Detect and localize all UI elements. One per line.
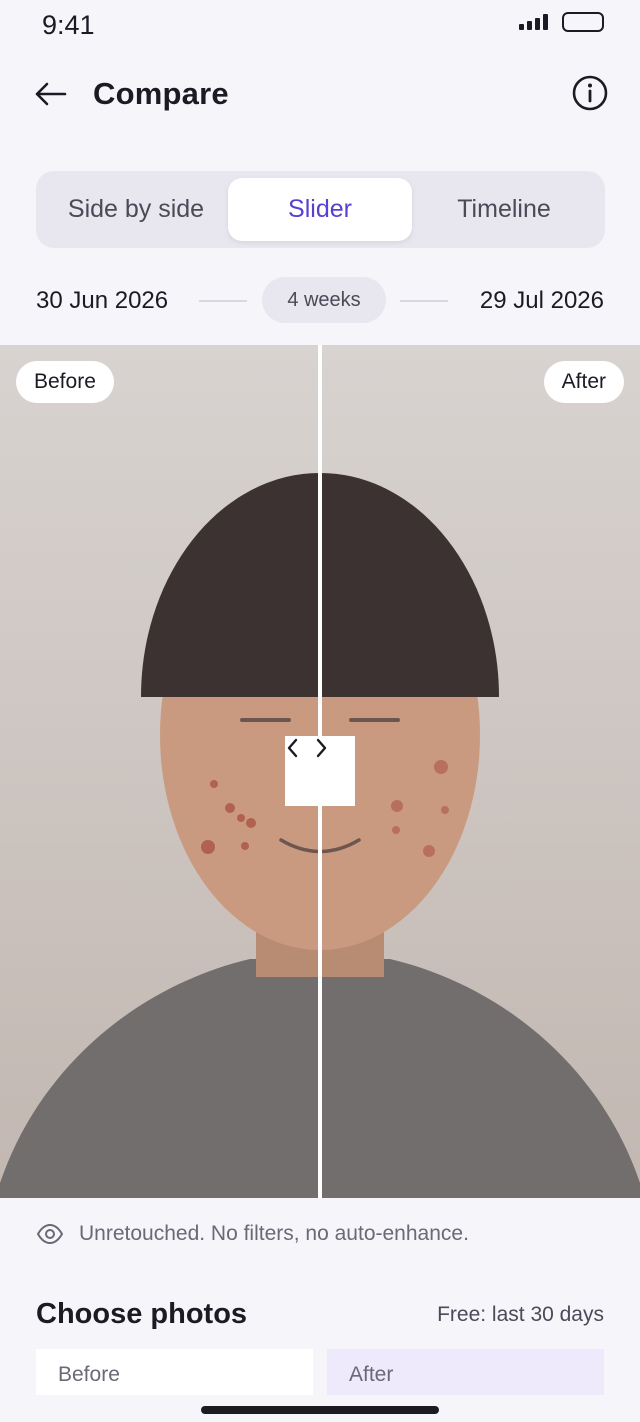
page-title: Compare [93,76,229,111]
duration-pill: 4 weeks [262,277,386,323]
info-icon [572,75,608,111]
home-indicator [201,1406,439,1414]
info-button[interactable] [570,73,610,113]
after-tag: After [543,361,624,403]
before-tag: Before [16,361,114,403]
battery-icon [562,12,604,32]
divider [199,300,247,302]
segment-slider[interactable]: Slider [228,178,412,241]
compare-slider-view[interactable]: Before After [0,345,640,1198]
after-date: 29 Jul 2026 [479,287,604,314]
status-bar: 9:41 [0,0,640,52]
unretouched-note: Unretouched. No filters, no auto-enhance… [0,1198,640,1270]
photo-card-label: After [349,1363,394,1386]
before-date: 30 Jun 2026 [36,287,169,314]
photo-card-label: Before [58,1363,120,1386]
section-title: Choose photos [36,1298,248,1330]
back-button[interactable] [28,74,72,114]
divider [400,300,448,302]
eye-icon [36,1223,64,1245]
segment-side-by-side[interactable]: Side by side [44,178,228,241]
segment-timeline[interactable]: Timeline [412,178,596,241]
note-text: Unretouched. No filters, no auto-enhance… [79,1222,469,1245]
plan-limit: Free: last 30 days [437,1303,604,1326]
view-mode-segmented-control: Side by side Slider Timeline [36,171,605,248]
status-time: 9:41 [42,10,95,40]
date-range: 30 Jun 2026 4 weeks 29 Jul 2026 [0,276,640,328]
choose-before-photo[interactable]: Before [36,1349,313,1395]
app-header: Compare [0,60,640,130]
arrow-left-icon [35,82,67,106]
slider-handle[interactable] [285,736,355,806]
signal-icon [519,14,551,30]
chevrons-left-right-icon [287,738,327,758]
choose-after-photo[interactable]: After [327,1349,604,1395]
